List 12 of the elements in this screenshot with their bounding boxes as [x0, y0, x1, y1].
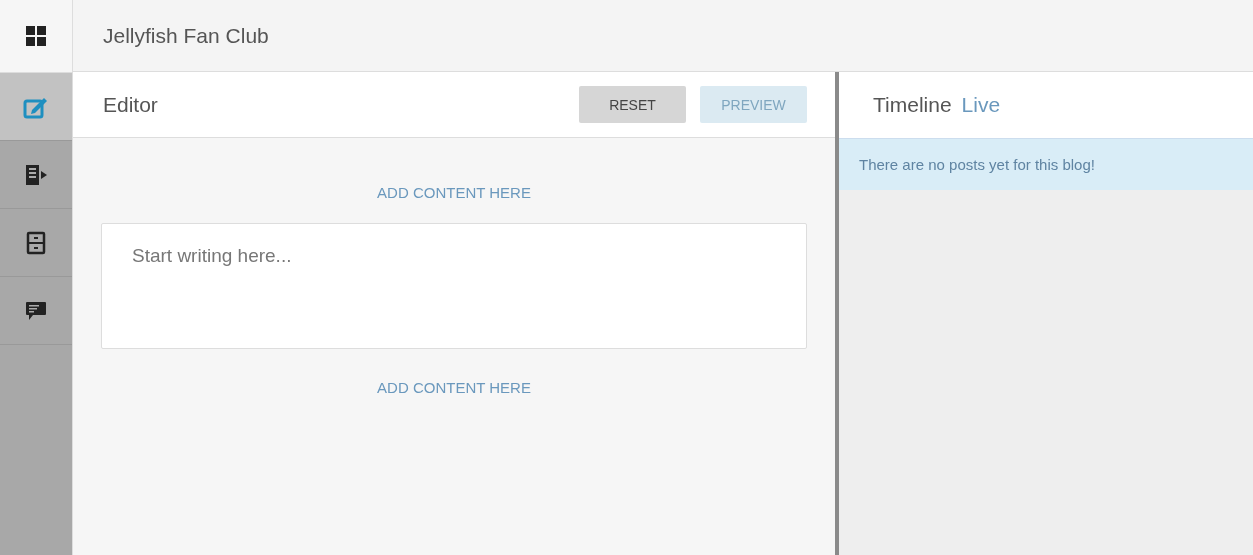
grid-icon[interactable] [26, 26, 46, 46]
add-content-link[interactable]: ADD CONTENT HERE [377, 184, 531, 201]
app-title: Jellyfish Fan Club [103, 23, 269, 48]
timeline-title: Timeline [873, 93, 952, 117]
cabinet-icon [26, 230, 46, 255]
info-message: There are no posts yet for this blog! [859, 156, 1095, 173]
text-field[interactable]: Start writing here... [101, 223, 807, 349]
document-arrow-icon [24, 162, 48, 187]
live-status: Live [961, 93, 1001, 117]
add-content-link[interactable]: ADD CONTENT HERE [377, 379, 531, 396]
reset-button[interactable]: RESET [579, 86, 686, 123]
editor-title: Editor [103, 92, 159, 117]
